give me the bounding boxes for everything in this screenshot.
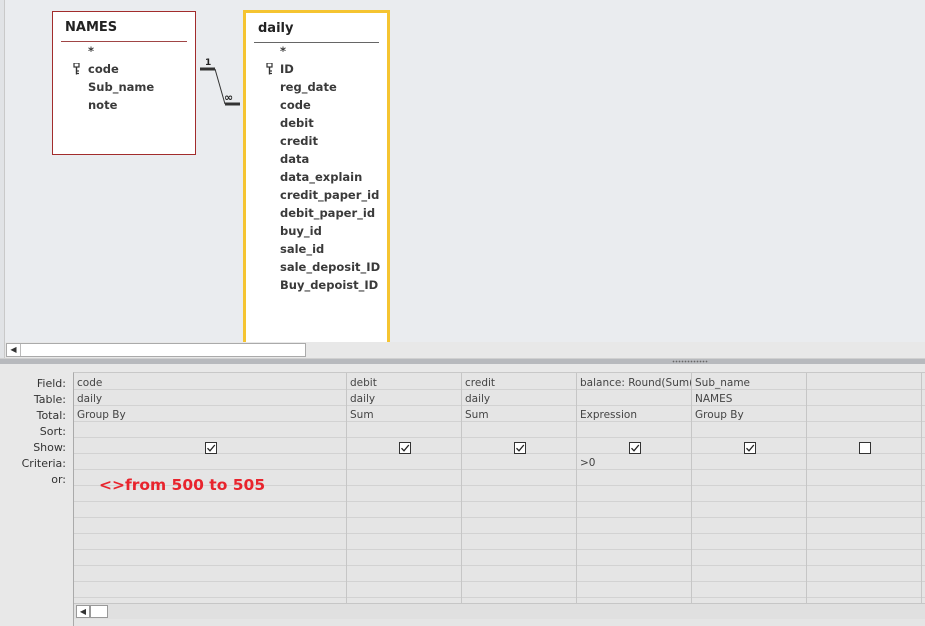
relationship-line[interactable]: 1 ∞ [0, 0, 925, 200]
cell-table[interactable]: daily [350, 393, 461, 409]
cell-criteria[interactable] [465, 457, 576, 473]
cell-field[interactable]: debit [350, 377, 461, 393]
cell-sort[interactable] [77, 425, 346, 441]
cell-total[interactable] [810, 409, 921, 425]
key-icon [266, 62, 274, 75]
cell-sort[interactable] [580, 425, 691, 441]
scroll-left-arrow-icon[interactable]: ◀ [7, 344, 21, 356]
relationship-one-label: 1 [205, 58, 211, 68]
checkbox-icon[interactable] [744, 442, 756, 454]
cell-field[interactable]: Sub_name [695, 377, 806, 393]
field-label: code [280, 98, 311, 112]
field-sale-id[interactable]: sale_id [246, 242, 387, 260]
field-data-explain[interactable]: data_explain [246, 170, 387, 188]
cell-table[interactable] [580, 393, 691, 409]
field-label: credit [280, 134, 318, 148]
table-daily-divider [254, 42, 379, 43]
field-label: Buy_depoist_ID [280, 278, 379, 292]
cell-field[interactable]: code [77, 377, 346, 393]
field-label: credit_paper_id [280, 188, 380, 202]
field-label: * [280, 44, 287, 58]
cell-table[interactable]: daily [465, 393, 576, 409]
cell-or[interactable] [580, 473, 691, 489]
table-daily-title[interactable]: daily [258, 21, 293, 36]
query-design-grid[interactable]: code daily Group By debit daily Sum credit dail… [73, 372, 925, 626]
cell-sort[interactable] [695, 425, 806, 441]
cell-criteria[interactable] [810, 457, 921, 473]
field-label: data [280, 152, 310, 166]
field-label: sale_deposit_ID [280, 260, 381, 274]
cell-total[interactable]: Group By [695, 409, 806, 425]
field-credit[interactable]: credit [246, 134, 387, 152]
scroll-left-arrow-icon[interactable]: ◀ [76, 605, 90, 618]
cell-or[interactable] [810, 473, 921, 489]
upper-horizontal-scrollbar[interactable]: ◀ [6, 343, 306, 357]
cell-table[interactable]: NAMES [695, 393, 806, 409]
cell-field[interactable] [810, 377, 921, 393]
checkbox-icon[interactable] [629, 442, 641, 454]
cell-or[interactable] [465, 473, 576, 489]
field-label: debit_paper_id [280, 206, 376, 220]
cell-or[interactable] [350, 473, 461, 489]
lower-horizontal-scrollbar[interactable]: ◀ [74, 603, 925, 619]
cell-total[interactable]: Sum [350, 409, 461, 425]
table-daily[interactable]: daily * ID reg_datecode debit credit data data… [243, 10, 390, 342]
cell-or[interactable] [695, 473, 806, 489]
field-label: buy_id [280, 224, 322, 238]
cell-table[interactable] [810, 393, 921, 409]
checkbox-icon[interactable] [399, 442, 411, 454]
cell-criteria[interactable]: >0 [580, 457, 691, 473]
query-design-grid-pane: Field: Table: Total: Sort: Show: Criteria: or:… [0, 364, 925, 626]
cell-field[interactable]: credit [465, 377, 576, 393]
field-reg-date[interactable]: reg_date [246, 80, 387, 98]
checkbox-icon[interactable] [205, 442, 217, 454]
or-criteria-note[interactable]: <>from 500 to 505 [99, 476, 265, 494]
row-header-total: Total: [36, 409, 66, 422]
grid-column-4[interactable]: balance: Round(Sum([c Expression >0 [577, 373, 692, 605]
field-buy-depoist-id[interactable]: Buy_depoist_ID [246, 278, 387, 296]
row-header-field: Field: [36, 377, 66, 390]
field-debit-paper-id[interactable]: debit_paper_id [246, 206, 387, 224]
field-code[interactable]: code [246, 98, 387, 116]
field-label: reg_date [280, 80, 337, 94]
row-header-criteria: Criteria: [21, 457, 66, 470]
field-label: data_explain [280, 170, 363, 184]
cell-field[interactable]: balance: Round(Sum([c [580, 377, 691, 393]
grid-column-5[interactable]: Sub_name NAMES Group By [692, 373, 807, 605]
relationship-many-label: ∞ [224, 91, 233, 104]
cell-criteria[interactable] [350, 457, 461, 473]
cell-criteria[interactable] [695, 457, 806, 473]
field-all-columns[interactable]: * [246, 44, 387, 62]
checkbox-icon[interactable] [514, 442, 526, 454]
cell-total[interactable]: Sum [465, 409, 576, 425]
field-label: ID [280, 62, 294, 76]
field-debit[interactable]: debit [246, 116, 387, 134]
field-sale-deposit-id[interactable]: sale_deposit_ID [246, 260, 387, 278]
cell-sort[interactable] [465, 425, 576, 441]
splitter-grip-icon[interactable] [672, 360, 708, 363]
cell-total[interactable]: Expression [580, 409, 691, 425]
grid-column-3[interactable]: credit daily Sum [462, 373, 577, 605]
scrollbar-thumb[interactable] [90, 605, 108, 618]
row-header-or: or: [51, 473, 66, 486]
field-id[interactable]: ID [246, 62, 387, 80]
checkbox-icon[interactable] [859, 442, 871, 454]
field-label: sale_id [280, 242, 325, 256]
field-label: debit [280, 116, 314, 130]
cell-table[interactable]: daily [77, 393, 346, 409]
row-header-sort: Sort: [39, 425, 66, 438]
table-design-pane[interactable]: NAMES * code Sub_name note 1 ∞ daily * ID reg… [0, 0, 925, 358]
cell-sort[interactable] [810, 425, 921, 441]
row-header-table: Table: [33, 393, 66, 406]
cell-criteria[interactable] [77, 457, 346, 473]
field-credit-paper-id[interactable]: credit_paper_id [246, 188, 387, 206]
field-buy-id[interactable]: buy_id [246, 224, 387, 242]
cell-total[interactable]: Group By [77, 409, 346, 425]
field-data[interactable]: data [246, 152, 387, 170]
row-header-show: Show: [33, 441, 66, 454]
grid-column-6[interactable] [807, 373, 922, 605]
cell-sort[interactable] [350, 425, 461, 441]
grid-column-2[interactable]: debit daily Sum [347, 373, 462, 605]
